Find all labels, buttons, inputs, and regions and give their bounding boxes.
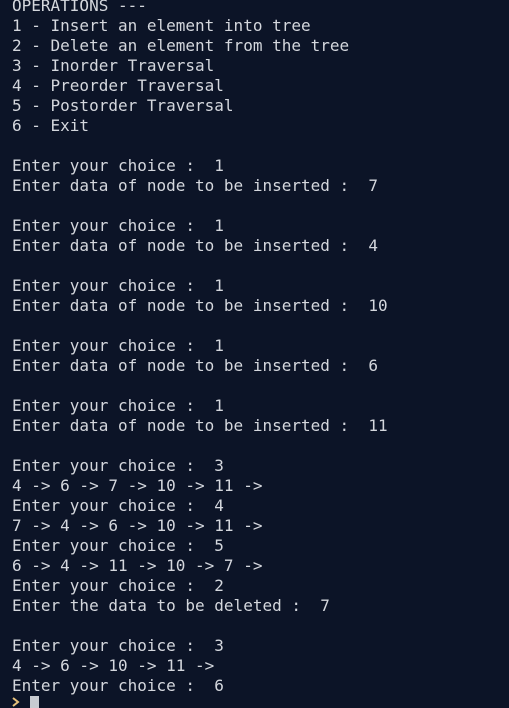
output-line: 7 -> 4 -> 6 -> 10 -> 11 -> [12,516,263,535]
output-line: Enter your choice : 1 [12,216,224,235]
output-line: Enter data of node to be inserted : 7 [12,176,379,195]
output-line: Enter your choice : 1 [12,396,224,415]
terminal-output: OPERATIONS --- 1 - Insert an element into… [12,0,509,696]
output-line: 6 -> 4 -> 11 -> 10 -> 7 -> [12,556,263,575]
output-line: Enter your choice : 4 [12,496,224,515]
output-line: Enter your choice : 1 [12,336,224,355]
output-line: Enter the data to be deleted : 7 [12,596,330,615]
output-line: 6 - Exit [12,116,90,135]
output-line: 5 - Postorder Traversal [12,96,234,115]
output-line: Enter data of node to be inserted : 10 [12,296,388,315]
output-line: Enter your choice : 6 [12,676,224,695]
prompt-row[interactable] [12,696,39,708]
output-line: Enter your choice : 1 [12,276,224,295]
output-line: 4 -> 6 -> 7 -> 10 -> 11 -> [12,476,263,495]
output-line: 1 - Insert an element into tree [12,16,311,35]
output-line: Enter data of node to be inserted : 6 [12,356,379,375]
output-line: OPERATIONS --- [12,0,147,15]
terminal-window[interactable]: OPERATIONS --- 1 - Insert an element into… [0,0,509,708]
output-line: Enter your choice : 5 [12,536,224,555]
output-line: 4 -> 6 -> 10 -> 11 -> [12,656,215,675]
output-line: Enter your choice : 3 [12,636,224,655]
output-line: 4 - Preorder Traversal [12,76,224,95]
output-line: Enter data of node to be inserted : 4 [12,236,379,255]
prompt-arrow-icon [12,696,20,708]
output-line: 2 - Delete an element from the tree [12,36,350,55]
output-line: Enter your choice : 3 [12,456,224,475]
output-line: Enter your choice : 1 [12,156,224,175]
output-line: Enter data of node to be inserted : 11 [12,416,388,435]
output-line: Enter your choice : 2 [12,576,224,595]
text-cursor [30,696,39,708]
output-line: 3 - Inorder Traversal [12,56,215,75]
